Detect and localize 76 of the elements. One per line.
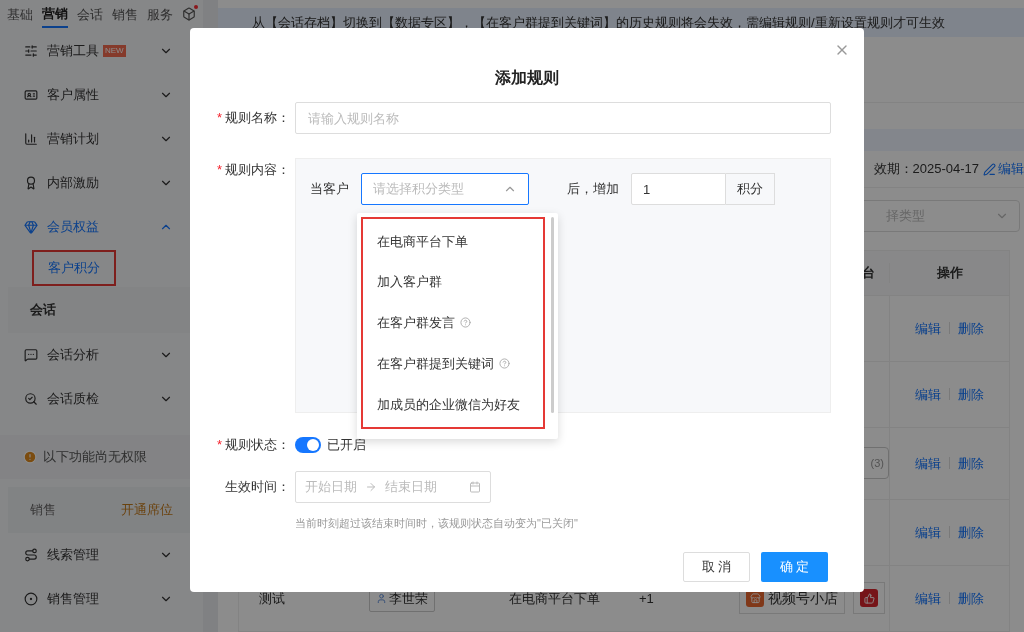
sidebar-subitem[interactable]: 客户积分 (32, 250, 116, 286)
field-text: 后，增加 (567, 180, 619, 199)
edit-link[interactable]: 编辑 (915, 522, 941, 543)
sidebar-item[interactable]: 内部激励 (0, 161, 203, 205)
delete-link[interactable]: 删除 (958, 384, 984, 405)
points-type-select[interactable]: 请选择积分类型 (361, 173, 529, 205)
help-icon (460, 317, 471, 329)
dropdown-option[interactable]: 在客户群提到关键词 (363, 346, 543, 381)
sidebar-item[interactable]: 客户属性 (0, 73, 203, 117)
confirm-button[interactable]: 确 定 (761, 552, 828, 582)
delete-link[interactable]: 删除 (958, 318, 984, 339)
notice-text: 以下功能尚无权限 (43, 448, 147, 467)
bar-chart-icon (24, 132, 38, 146)
section-title: 销售 (30, 501, 56, 520)
route-icon (24, 548, 38, 562)
date-range-field[interactable]: 开始日期 结束日期 (295, 470, 491, 503)
target-icon (24, 592, 38, 606)
gem-icon (24, 220, 38, 234)
table-cell: 在电商平台下单 (509, 590, 600, 606)
edit-link[interactable]: 编辑 (915, 384, 941, 405)
hint-text: 当前时刻超过该结束时间时，该规则状态自动变为"已关闭" (295, 516, 578, 529)
field-text: 当客户 (310, 180, 349, 199)
box-icon[interactable] (182, 7, 196, 21)
sidebar-item[interactable]: 线索管理 (0, 533, 203, 577)
field-label: * 规则内容： (215, 161, 290, 179)
pencil-icon (983, 162, 996, 176)
edit-link[interactable]: 编辑 (915, 453, 941, 474)
delete-link[interactable]: 删除 (958, 522, 984, 543)
status-text: 已开启 (327, 436, 366, 454)
sidebar-item[interactable]: 销售管理 (0, 577, 203, 621)
sidebar-item[interactable]: 营销计划 (0, 117, 203, 161)
award-icon (24, 176, 38, 190)
warning-icon (23, 450, 37, 464)
new-badge: NEW (103, 45, 126, 57)
dropdown-option[interactable]: 加成员的企业微信为好友 (363, 387, 543, 422)
delete-link[interactable]: 删除 (958, 453, 984, 474)
column-header: 台 (862, 265, 875, 281)
chat-icon (24, 348, 38, 362)
column-header: 操作 (889, 263, 1009, 283)
points-field[interactable]: 1 (631, 173, 726, 205)
section-title: 会话 (30, 301, 56, 320)
field-label: * 规则名称： (215, 109, 290, 128)
cancel-button[interactable]: 取 消 (683, 552, 750, 582)
edit-link[interactable]: 编辑 (915, 318, 941, 339)
field-label: * 规则状态： (215, 436, 290, 454)
dropdown-option[interactable]: 在客户群发言 (363, 306, 543, 340)
top-tab[interactable]: 基础 (7, 5, 33, 25)
calendar-icon (469, 480, 481, 493)
sidebar-item[interactable]: 会话质检 (0, 377, 203, 421)
sidebar-item[interactable]: 营销工具 NEW (0, 29, 203, 73)
top-tab[interactable]: 会话 (77, 5, 103, 25)
points-unit: 积分 (726, 173, 775, 205)
field-label: 生效时间： (224, 477, 290, 496)
edit-link[interactable]: 编辑 (983, 159, 1024, 179)
status-toggle[interactable] (295, 436, 321, 453)
dropdown-option[interactable]: 加入客户群 (363, 265, 543, 300)
table-cell: +1 (639, 590, 654, 606)
id-card-icon (24, 88, 38, 102)
top-tab[interactable]: 销售 (112, 5, 138, 25)
top-tab[interactable]: 营销 (42, 4, 68, 28)
person-icon (376, 593, 387, 604)
arrow-icon (365, 480, 377, 493)
help-icon (499, 358, 510, 370)
delete-link[interactable]: 删除 (958, 588, 984, 609)
rule-name-field[interactable]: 请输入规则名称 (295, 102, 831, 134)
edit-link[interactable]: 编辑 (915, 588, 941, 609)
dialog-title: 添加规则 (495, 68, 559, 88)
table-cell: 测试 (259, 590, 285, 606)
expiry-date: 效期：2025-04-17 (873, 160, 979, 179)
sliders-icon (24, 44, 38, 58)
sidebar-item[interactable]: 会话分析 (0, 333, 203, 377)
top-tab[interactable]: 服务 (147, 5, 173, 25)
dropdown-option[interactable]: 在电商平台下单 (363, 224, 543, 259)
magnifier-icon (24, 392, 38, 406)
open-seat-link[interactable]: 开通席位 (121, 500, 173, 520)
sidebar-item[interactable]: 会员权益 (0, 205, 203, 249)
